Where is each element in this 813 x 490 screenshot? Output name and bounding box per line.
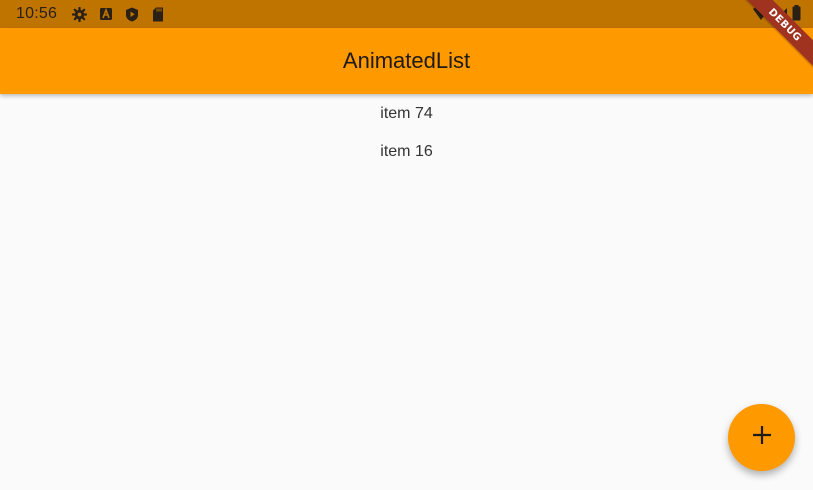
animated-list: item 74 item 16 <box>0 95 813 171</box>
status-icons <box>72 6 165 22</box>
status-time: 10:56 <box>16 5 58 22</box>
sd-card-icon <box>150 7 165 22</box>
plus-icon <box>751 424 773 451</box>
status-bar: 10:56 <box>0 0 813 28</box>
list-item[interactable]: item 16 <box>0 133 813 171</box>
a-box-icon <box>98 7 113 22</box>
shield-play-icon <box>124 7 139 22</box>
app-screen: 10:56 AnimatedList DEBUG item 74 item 16 <box>0 0 813 490</box>
list-item[interactable]: item 74 <box>0 95 813 133</box>
app-title: AnimatedList <box>342 48 471 73</box>
gear-icon <box>72 6 88 22</box>
add-item-button[interactable] <box>728 404 795 471</box>
app-bar: AnimatedList <box>0 28 813 94</box>
